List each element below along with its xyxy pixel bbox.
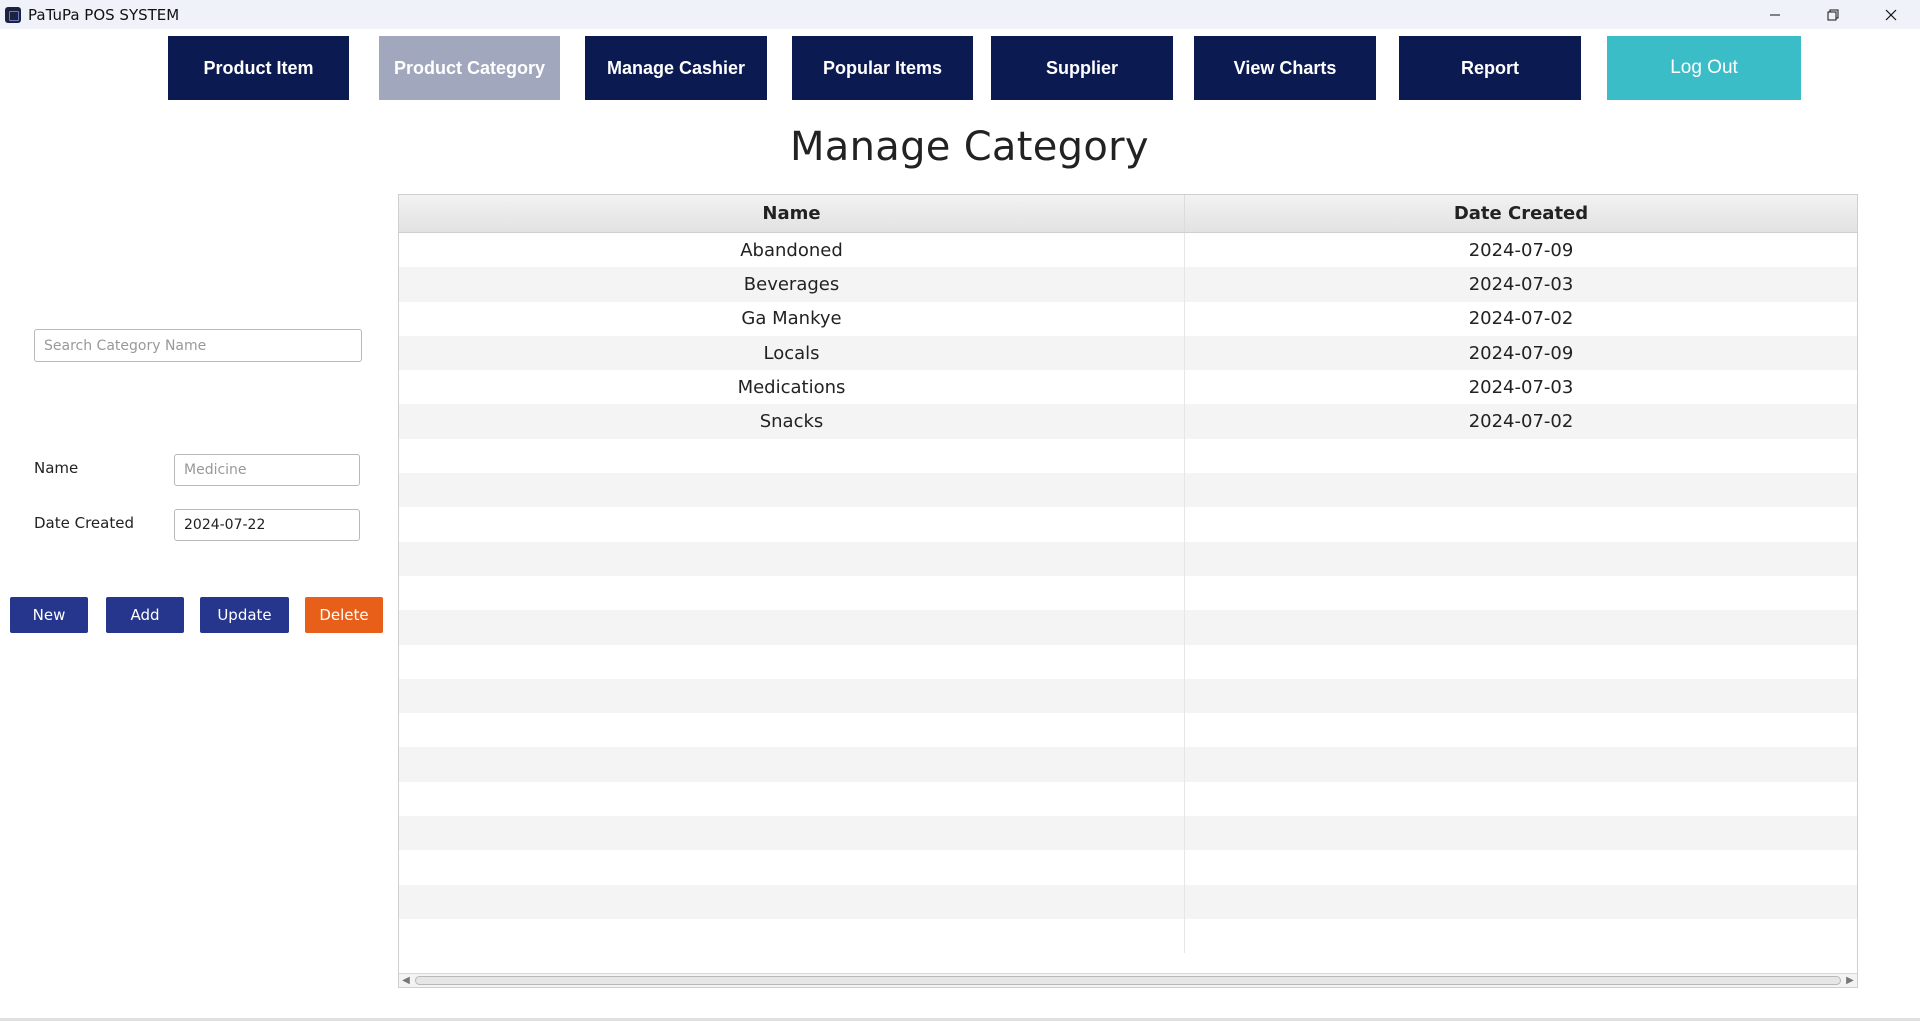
empty-row <box>399 507 1857 542</box>
page-title: Manage Category <box>790 124 1149 170</box>
nav-product-item-button[interactable]: Product Item <box>168 36 349 100</box>
cell-date: 2024-07-09 <box>1468 239 1574 261</box>
column-header-date-created[interactable]: Date Created <box>1185 195 1857 232</box>
nav-report-button[interactable]: Report <box>1399 36 1581 100</box>
table-row[interactable]: Snacks 2024-07-02 <box>399 404 1857 439</box>
cell-name: Beverages <box>399 267 1185 302</box>
name-field[interactable]: Medicine <box>174 454 360 486</box>
table-body: Abandoned 2024-07-09 Beverages 2024-07-03 … <box>399 233 1857 954</box>
empty-row <box>399 850 1857 885</box>
new-button[interactable]: New <box>10 597 88 633</box>
empty-row <box>399 438 1857 474</box>
nav-popular-items-button[interactable]: Popular Items <box>792 36 973 100</box>
cell-date: 2024-07-02 <box>1468 308 1574 330</box>
date-created-label: Date Created <box>34 514 134 532</box>
nav-product-category-button[interactable]: Product Category <box>379 36 560 100</box>
empty-row <box>399 610 1857 645</box>
window-title: PaTuPa POS SYSTEM <box>28 5 180 24</box>
empty-row <box>399 713 1857 748</box>
empty-row <box>399 644 1857 679</box>
empty-row <box>399 918 1857 954</box>
update-button[interactable]: Update <box>200 597 289 633</box>
column-header-name[interactable]: Name <box>399 195 1185 232</box>
close-icon[interactable] <box>1862 0 1920 29</box>
minimize-icon[interactable] <box>1746 0 1804 29</box>
cell-date: 2024-07-02 <box>1468 411 1574 433</box>
empty-row <box>399 747 1857 782</box>
title-bar: PaTuPa POS SYSTEM <box>0 0 1920 29</box>
window-controls <box>1746 0 1920 29</box>
cell-name: Medications <box>399 370 1185 405</box>
empty-row <box>399 575 1857 611</box>
horizontal-scrollbar[interactable]: ◀ ▶ <box>399 973 1857 987</box>
empty-row <box>399 678 1857 714</box>
table-row[interactable]: Ga Mankye 2024-07-02 <box>399 301 1857 336</box>
scroll-left-icon[interactable]: ◀ <box>399 974 413 988</box>
table-row[interactable]: Abandoned 2024-07-09 <box>399 233 1857 268</box>
scrollbar-thumb[interactable] <box>415 976 1841 985</box>
name-label: Name <box>34 459 79 477</box>
empty-row <box>399 473 1857 508</box>
empty-row <box>399 541 1857 576</box>
logout-button[interactable]: Log Out <box>1607 36 1801 100</box>
cell-name: Locals <box>399 335 1185 371</box>
scroll-right-icon[interactable]: ▶ <box>1843 974 1857 988</box>
nav-view-charts-button[interactable]: View Charts <box>1194 36 1376 100</box>
nav-manage-cashier-button[interactable]: Manage Cashier <box>585 36 767 100</box>
table-row[interactable]: Locals 2024-07-09 <box>399 335 1857 371</box>
empty-row <box>399 781 1857 817</box>
restore-icon[interactable] <box>1804 0 1862 29</box>
category-table[interactable]: Name Date Created Abandoned 2024-07-09 Be… <box>398 194 1858 988</box>
cell-name: Snacks <box>399 404 1185 439</box>
table-row[interactable]: Beverages 2024-07-03 <box>399 267 1857 302</box>
empty-row <box>399 884 1857 919</box>
delete-button[interactable]: Delete <box>305 597 383 633</box>
cell-name: Ga Mankye <box>399 301 1185 336</box>
cell-date: 2024-07-03 <box>1468 376 1574 398</box>
table-header: Name Date Created <box>399 195 1857 233</box>
empty-row <box>399 816 1857 851</box>
search-input[interactable]: Search Category Name <box>34 329 362 362</box>
cell-date: 2024-07-09 <box>1468 342 1574 364</box>
date-created-field[interactable]: 2024-07-22 <box>174 509 360 541</box>
app-icon <box>5 6 21 23</box>
add-button[interactable]: Add <box>106 597 184 633</box>
cell-name: Abandoned <box>399 233 1185 268</box>
nav-supplier-button[interactable]: Supplier <box>991 36 1173 100</box>
cell-date: 2024-07-03 <box>1468 273 1574 295</box>
table-row[interactable]: Medications 2024-07-03 <box>399 370 1857 405</box>
